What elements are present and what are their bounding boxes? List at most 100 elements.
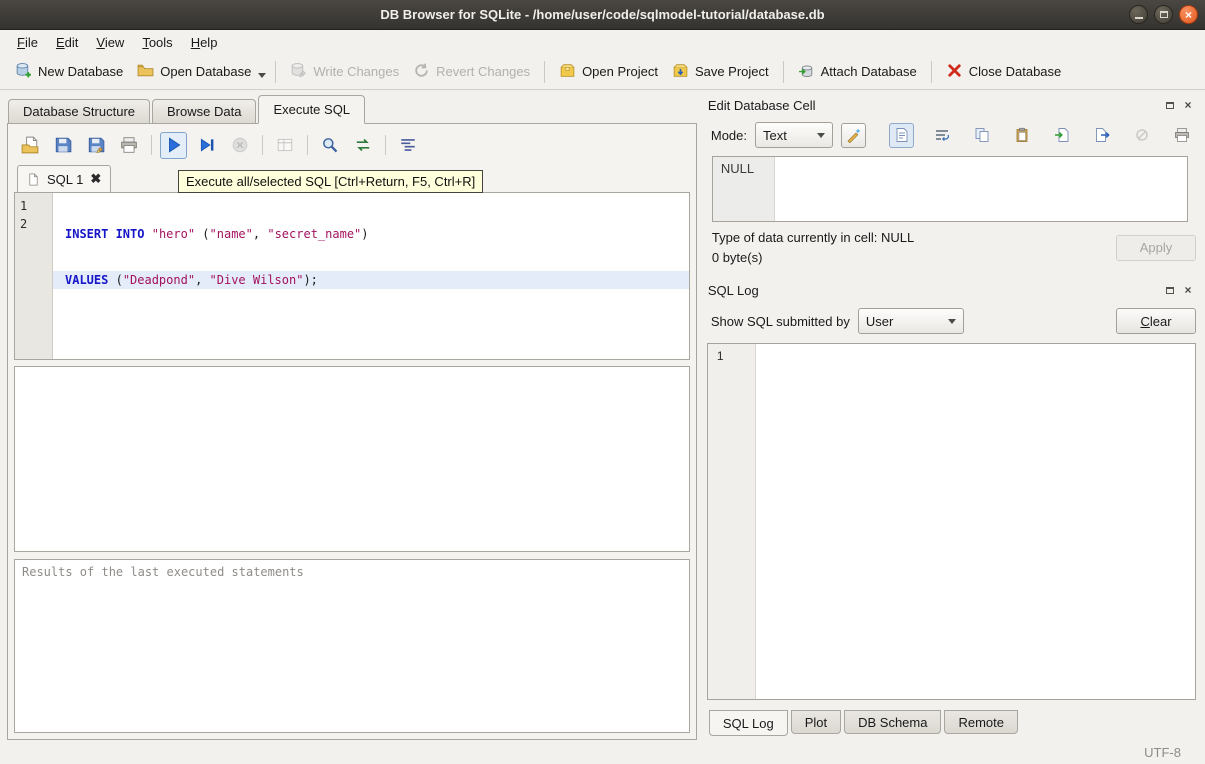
results-message-box[interactable]: Results of the last executed statements (14, 559, 690, 733)
execute-line-icon (198, 136, 216, 154)
stop-execution-button (226, 132, 253, 159)
execute-sql-panel: SQL 1 ✖ 1 2 INSERT INTO "hero" ("name", … (7, 123, 697, 740)
results-grid[interactable] (14, 366, 690, 552)
menu-file[interactable]: File (8, 32, 47, 53)
sql-log-float-button[interactable] (1163, 283, 1177, 297)
clear-log-button[interactable]: Clear (1116, 308, 1196, 334)
log-line-gutter: 1 (708, 344, 756, 699)
find-button[interactable] (316, 132, 343, 159)
cell-size-info: 0 byte(s) (712, 250, 1116, 265)
save-project-button[interactable]: Save Project (665, 58, 776, 86)
sql-log-view[interactable]: 1 (707, 343, 1196, 700)
log-filter-combobox[interactable]: User (858, 308, 964, 334)
word-wrap-button[interactable] (929, 123, 954, 148)
mode-combobox[interactable]: Text (755, 122, 833, 148)
toolbar-separator (544, 61, 545, 83)
menu-help[interactable]: Help (182, 32, 227, 53)
new-database-button[interactable]: New Database (8, 58, 130, 86)
sql-log-title: SQL Log (708, 283, 1159, 298)
mode-label: Mode: (711, 128, 747, 143)
sql-editor-toolbar (14, 128, 690, 162)
save-sql-as-button[interactable] (82, 132, 109, 159)
sql-tab-close-icon[interactable]: ✖ (90, 171, 101, 187)
sql-log-filter-row: Show SQL submitted by User Clear (707, 303, 1196, 339)
open-project-button[interactable]: Open Project (552, 58, 665, 86)
new-database-icon (15, 62, 32, 82)
save-results-icon (276, 136, 294, 154)
print-cell-button[interactable] (1169, 123, 1194, 148)
stop-icon (231, 136, 249, 154)
minimize-button[interactable] (1129, 5, 1148, 24)
save-sql-file-icon (54, 136, 72, 154)
text-view-icon (894, 127, 910, 143)
line-number-gutter: 1 2 (15, 193, 53, 359)
set-null-icon (1134, 127, 1150, 143)
copy-cell-button[interactable] (969, 123, 994, 148)
export-icon (1094, 127, 1110, 143)
tab-plot[interactable]: Plot (791, 710, 841, 734)
export-cell-data-button[interactable] (1089, 123, 1114, 148)
print-sql-button[interactable] (115, 132, 142, 159)
tab-execute-sql[interactable]: Execute SQL (258, 95, 365, 124)
code-line-1: INSERT INTO "hero" ("name", "secret_name… (53, 225, 689, 243)
titlebar: DB Browser for SQLite - /home/user/code/… (0, 0, 1205, 30)
write-changes-button: Write Changes (283, 58, 406, 86)
import-cell-data-button[interactable] (1049, 123, 1074, 148)
cell-mode-row: Mode: Text (707, 116, 1196, 154)
sql-log-dock-header: SQL Log × (707, 279, 1196, 301)
cell-null-value: NULL (713, 157, 775, 221)
right-pane: Edit Database Cell × Mode: Text (697, 90, 1205, 740)
close-button[interactable]: × (1179, 5, 1198, 24)
minimize-icon (1135, 17, 1143, 19)
open-database-dropdown-arrow[interactable] (258, 73, 266, 78)
tab-database-structure[interactable]: Database Structure (8, 99, 150, 123)
open-project-icon (559, 62, 576, 82)
menu-tools[interactable]: Tools (133, 32, 181, 53)
copy-icon (974, 127, 990, 143)
sql-code-editor[interactable]: 1 2 INSERT INTO "hero" ("name", "secret_… (14, 192, 690, 360)
sql-log-close-button[interactable]: × (1181, 283, 1195, 297)
close-database-button[interactable]: Close Database (939, 58, 1069, 86)
maximize-button[interactable] (1154, 5, 1173, 24)
import-icon (1054, 127, 1070, 143)
print-cell-icon (1174, 127, 1190, 143)
find-replace-icon (354, 136, 372, 154)
execute-line-button[interactable] (193, 132, 220, 159)
set-null-button (1129, 123, 1154, 148)
execute-all-icon (165, 136, 183, 154)
find-icon (321, 136, 339, 154)
cell-value-editor[interactable]: NULL (712, 156, 1188, 222)
chevron-down-icon (948, 319, 956, 324)
menu-view[interactable]: View (87, 32, 133, 53)
find-replace-button[interactable] (349, 132, 376, 159)
format-sql-button[interactable] (394, 132, 421, 159)
print-icon (120, 136, 138, 154)
write-changes-icon (290, 62, 307, 82)
tab-remote[interactable]: Remote (944, 710, 1018, 734)
revert-changes-icon (413, 62, 430, 82)
paste-cell-button[interactable] (1009, 123, 1034, 148)
open-database-button[interactable]: Open Database (130, 58, 258, 86)
attach-database-button[interactable]: Attach Database (791, 58, 924, 86)
open-sql-file-button[interactable] (16, 132, 43, 159)
edit-cell-title: Edit Database Cell (708, 98, 1159, 113)
toolbar-separator (275, 61, 276, 83)
tab-browse-data[interactable]: Browse Data (152, 99, 256, 123)
tab-db-schema[interactable]: DB Schema (844, 710, 941, 734)
cell-info-row: Type of data currently in cell: NULL 0 b… (712, 230, 1196, 265)
float-icon (1166, 287, 1174, 294)
float-icon (1166, 102, 1174, 109)
tab-sql-log[interactable]: SQL Log (709, 710, 788, 736)
save-results-button (271, 132, 298, 159)
edit-cell-float-button[interactable] (1163, 98, 1177, 112)
execute-all-button[interactable] (160, 132, 187, 159)
edit-cell-close-button[interactable]: × (1181, 98, 1195, 112)
menu-edit[interactable]: Edit (47, 32, 87, 53)
sql-doc-tab[interactable]: SQL 1 ✖ (17, 165, 111, 192)
save-sql-file-button[interactable] (49, 132, 76, 159)
code-area[interactable]: INSERT INTO "hero" ("name", "secret_name… (53, 193, 689, 359)
auto-switch-mode-button[interactable] (841, 123, 866, 148)
text-view-button[interactable] (889, 123, 914, 148)
toolbar-separator (931, 61, 932, 83)
app-window: DB Browser for SQLite - /home/user/code/… (0, 0, 1205, 764)
